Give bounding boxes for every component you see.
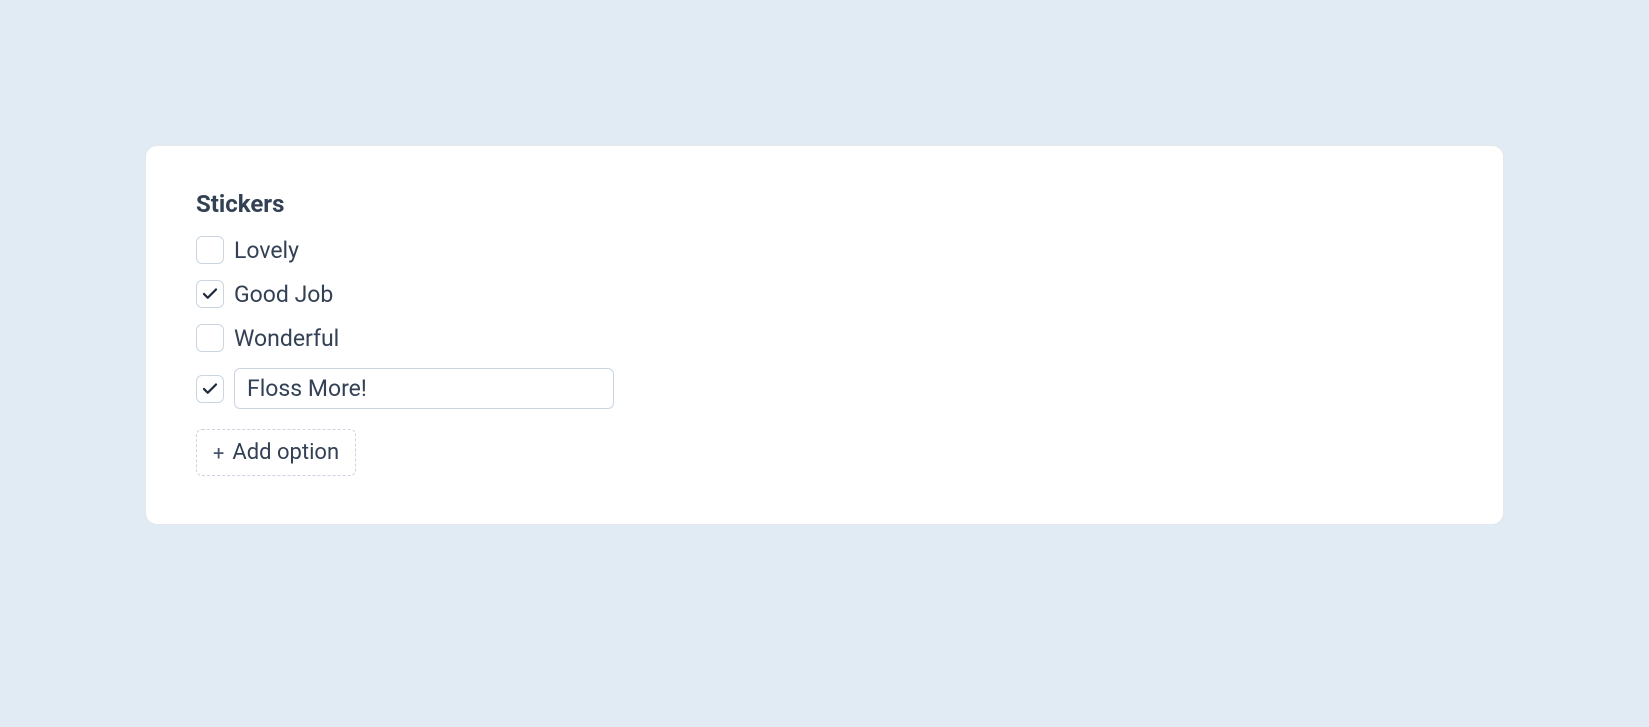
option-row: Wonderful bbox=[196, 324, 1453, 352]
option-label: Lovely bbox=[234, 237, 299, 264]
option-row: Lovely bbox=[196, 236, 1453, 264]
check-icon bbox=[201, 285, 219, 303]
checkbox-lovely[interactable] bbox=[196, 236, 224, 264]
option-row: Good Job bbox=[196, 280, 1453, 308]
option-label: Wonderful bbox=[234, 325, 339, 352]
add-option-label: Add option bbox=[232, 440, 339, 465]
checkbox-good-job[interactable] bbox=[196, 280, 224, 308]
section-title: Stickers bbox=[196, 190, 1453, 218]
checkbox-floss-more[interactable] bbox=[196, 375, 224, 403]
add-option-button[interactable]: + Add option bbox=[196, 429, 356, 476]
check-icon bbox=[201, 380, 219, 398]
option-row bbox=[196, 368, 1453, 409]
checkbox-wonderful[interactable] bbox=[196, 324, 224, 352]
plus-icon: + bbox=[213, 443, 224, 463]
option-label: Good Job bbox=[234, 281, 333, 308]
stickers-card: Stickers Lovely Good Job Wonderful + Add… bbox=[145, 145, 1504, 525]
option-input-floss-more[interactable] bbox=[234, 368, 614, 409]
